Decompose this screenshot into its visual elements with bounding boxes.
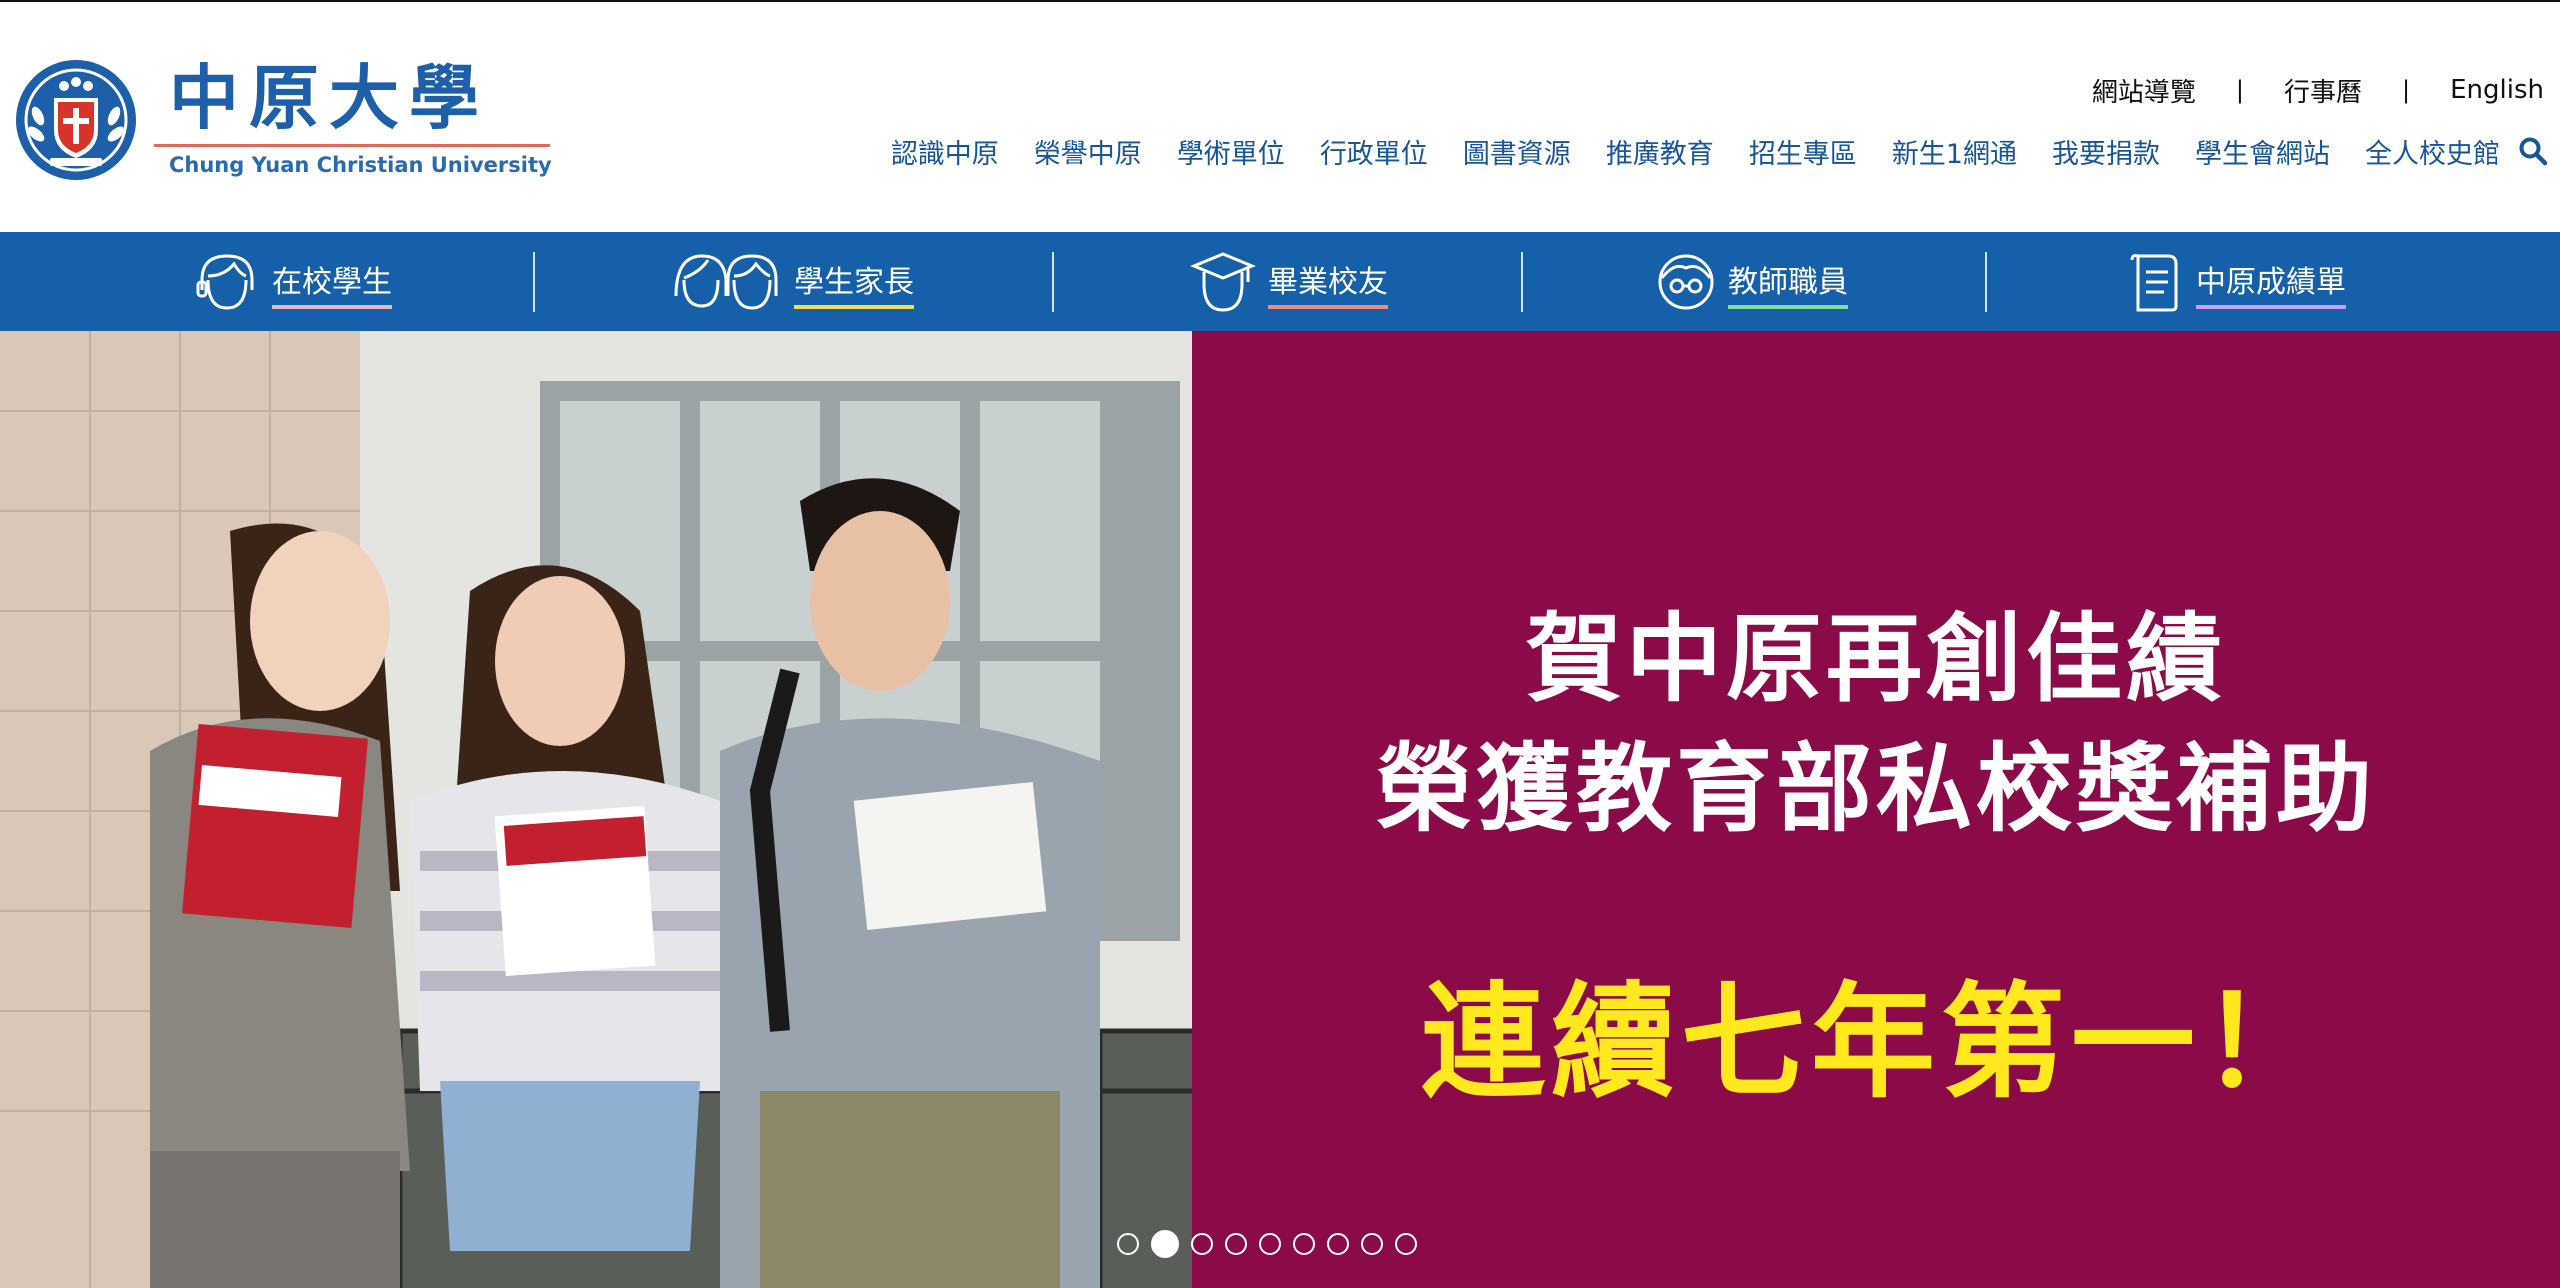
english-link[interactable]: English [2450,75,2544,105]
site-header: 中原大學 Chung Yuan Christian University 網站導… [0,2,2560,232]
carousel-dot[interactable] [1259,1233,1281,1255]
nav-library[interactable]: 圖書資源 [1463,132,1571,171]
audience-bar: 在校學生 學生家長 畢業校友 教師職員 中原成績單 [0,232,2560,331]
audience-faculty-staff[interactable]: 教師職員 [1656,248,1848,316]
audience-label: 教師職員 [1728,257,1848,309]
university-logo[interactable]: 中原大學 Chung Yuan Christian University [14,56,554,186]
logo-chinese-name: 中原大學 [169,56,489,139]
nav-honors[interactable]: 榮譽中原 [1034,132,1142,171]
audience-divider [1521,252,1523,312]
utility-links: 網站導覽 | 行事曆 | English [2092,70,2544,110]
carousel-dot[interactable] [1327,1233,1349,1255]
carousel-dot[interactable] [1191,1233,1213,1255]
announcement-banner[interactable]: 賀中原再創佳績 榮獲教育部私校獎補助 連續七年第一！ [1192,331,2560,1288]
carousel-dot[interactable] [1225,1233,1247,1255]
nav-extension-education[interactable]: 推廣教育 [1606,132,1714,171]
hero-carousel[interactable]: 賀中原再創佳績 榮獲教育部私校獎補助 連續七年第一！ [0,331,2560,1288]
audience-label: 在校學生 [272,257,392,309]
audience-parents[interactable]: 學生家長 [672,248,914,316]
nav-about[interactable]: 認識中原 [891,132,999,171]
nav-freshman-portal[interactable]: 新生1網通 [1892,132,2017,171]
calendar-link[interactable]: 行事曆 [2284,72,2362,109]
sitemap-link[interactable]: 網站導覽 [2092,72,2196,109]
teacher-glasses-icon [1658,254,1714,310]
carousel-dot-active[interactable] [1151,1230,1179,1258]
audience-label: 中原成績單 [2196,257,2346,309]
graduate-cap-icon [1190,252,1256,312]
student-face-icon [196,254,254,310]
banner-headline-line2: 榮獲教育部私校獎補助 [1376,733,2376,845]
search-icon[interactable] [2518,136,2548,166]
students-photo [0,331,1192,1288]
nav-donate[interactable]: 我要捐款 [2052,132,2160,171]
students-illustration [0,331,1192,1288]
logo-english-name: Chung Yuan Christian University [169,153,552,177]
main-navigation: 認識中原 榮譽中原 學術單位 行政單位 圖書資源 推廣教育 招生專區 新生1網通… [856,128,2500,174]
document-icon [2130,254,2178,312]
carousel-dot[interactable] [1293,1233,1315,1255]
audience-divider [1052,252,1054,312]
university-seal-icon [16,60,136,180]
audience-transcript[interactable]: 中原成績單 [2128,248,2346,316]
nav-history-museum[interactable]: 全人校史館 [2365,132,2500,171]
nav-administration[interactable]: 行政單位 [1320,132,1428,171]
nav-student-union[interactable]: 學生會網站 [2195,132,2330,171]
utility-separator: | [2402,76,2411,104]
audience-label: 畢業校友 [1268,257,1388,309]
utility-separator: | [2235,76,2244,104]
carousel-dot[interactable] [1117,1233,1139,1255]
parents-icon [674,254,778,310]
audience-divider [1985,252,1987,312]
nav-admissions[interactable]: 招生專區 [1749,132,1857,171]
nav-academics[interactable]: 學術單位 [1177,132,1285,171]
carousel-dot[interactable] [1395,1233,1417,1255]
banner-headline-line1: 賀中原再創佳績 [1526,603,2226,715]
audience-alumni[interactable]: 畢業校友 [1190,248,1388,316]
carousel-dot[interactable] [1361,1233,1383,1255]
carousel-pagination [1117,1229,1429,1259]
audience-current-students[interactable]: 在校學生 [194,248,392,316]
banner-highlight: 連續七年第一！ [1420,971,2331,1115]
audience-divider [533,252,535,312]
audience-label: 學生家長 [794,257,914,309]
logo-divider [154,144,550,147]
